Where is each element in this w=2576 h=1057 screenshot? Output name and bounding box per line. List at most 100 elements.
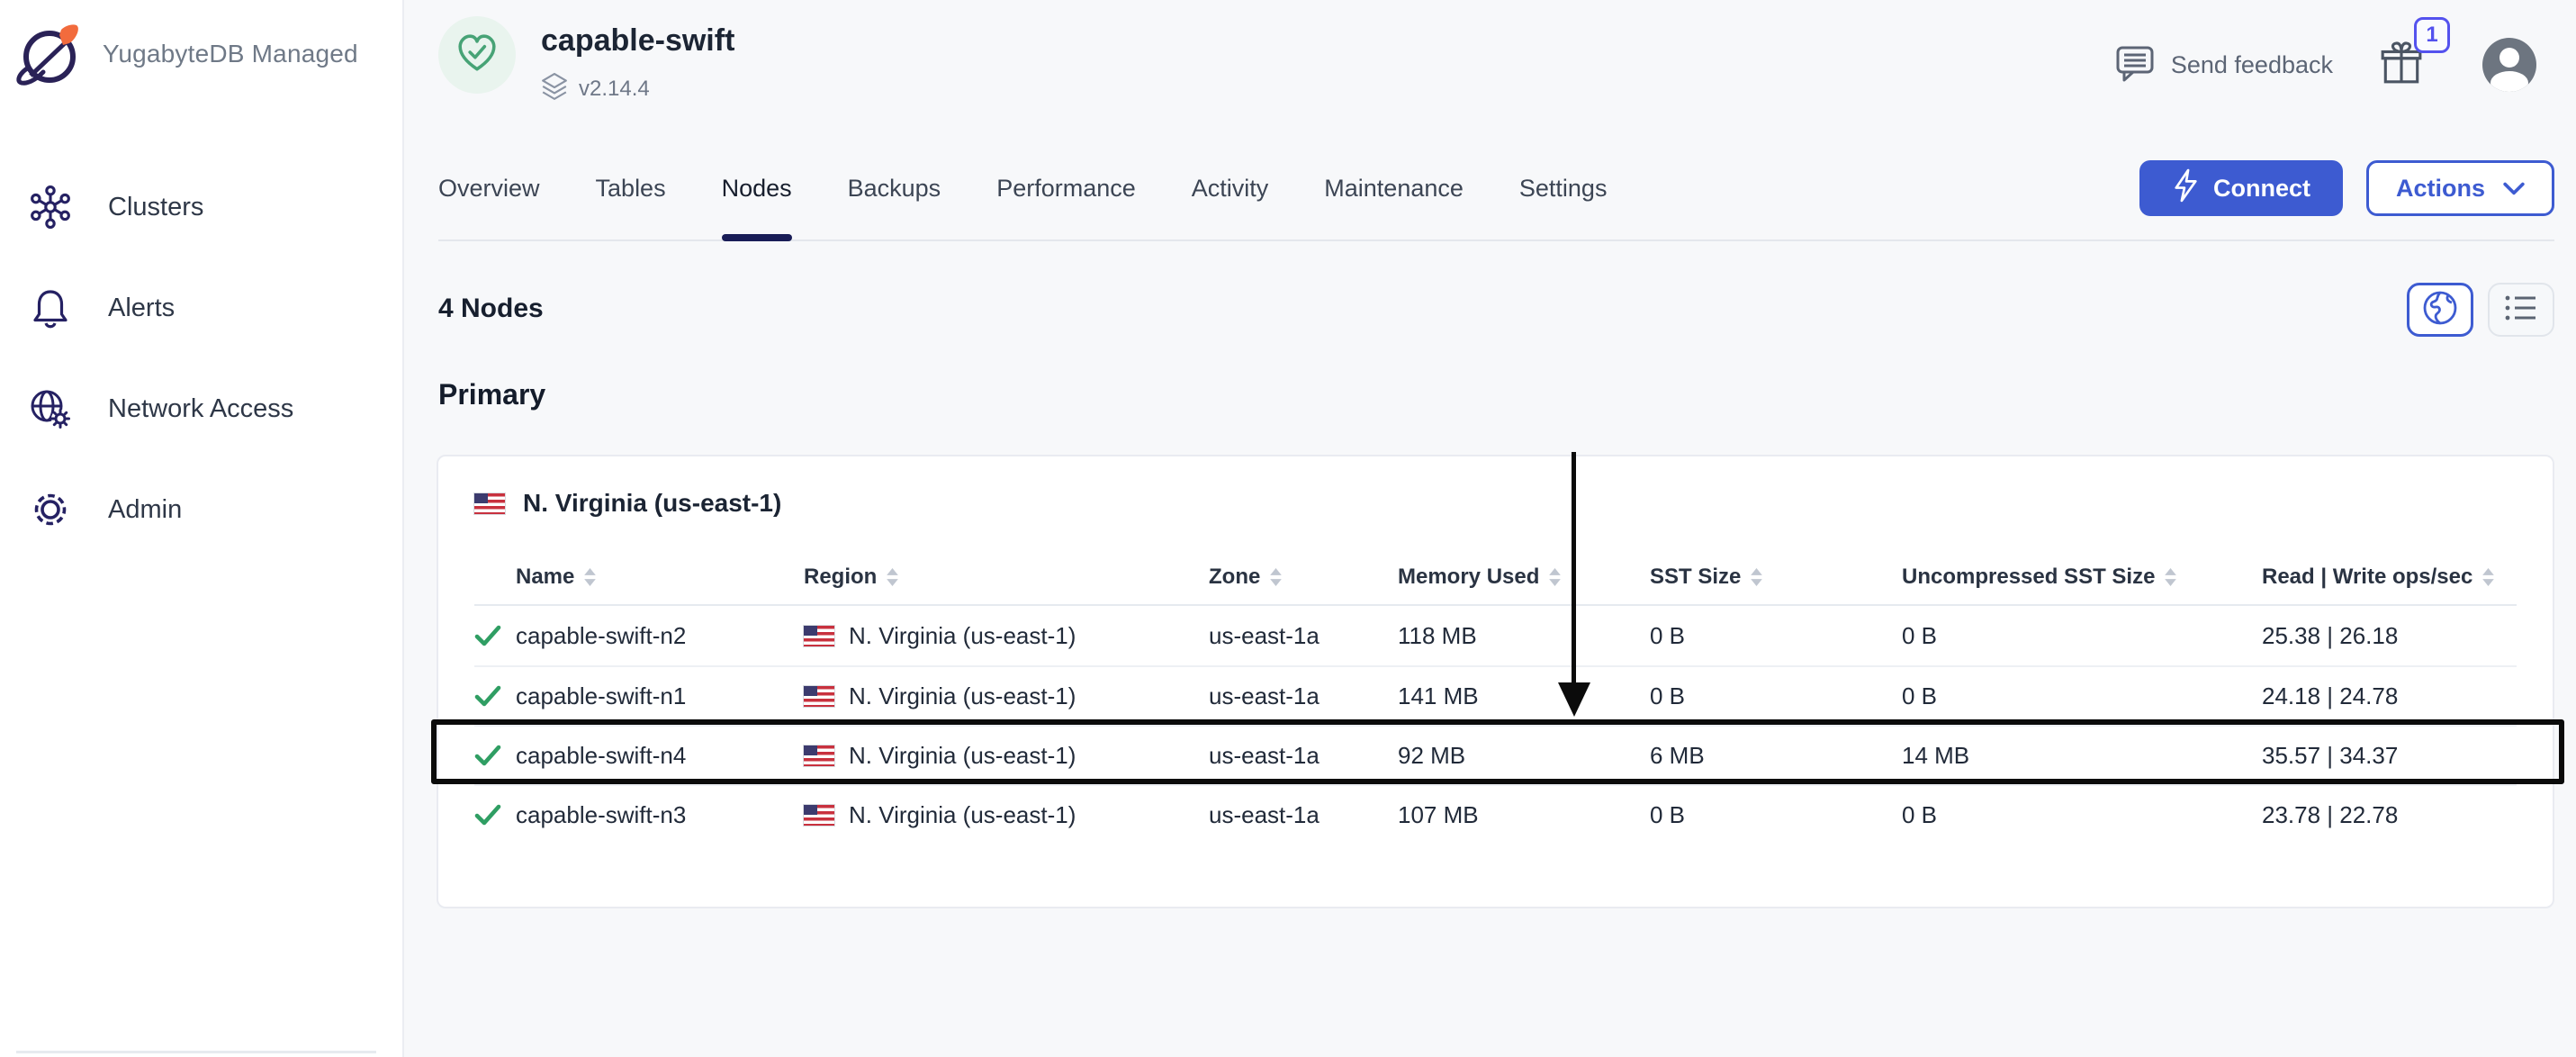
region-nodes-card: N. Virginia (us-east-1) NameRegion Zone Me… [437,455,2554,908]
annotation-arrow-line [1572,452,1576,686]
node-uncompressed-sst-size: 14 MB [1902,742,2262,770]
column-header-region[interactable]: Region [804,565,1209,590]
column-header-memory-used[interactable]: Memory Used [1398,565,1650,590]
send-feedback-label: Send feedback [2171,51,2333,79]
column-header-read-write-ops-sec[interactable]: Read | Write ops/sec [2262,565,2517,590]
node-uncompressed-sst-size: 0 B [1902,682,2262,710]
sidebar-bottom-divider [16,1051,376,1053]
nodes-table-header: NameRegion Zone Memory Used SST Size Uncompr… [474,550,2517,606]
sort-icon [1548,568,1562,586]
globe-icon [2421,289,2459,331]
avatar-head [2499,48,2519,68]
feedback-bubble-icon [2115,43,2155,87]
sidebar-item-alerts[interactable]: Alerts [0,257,402,358]
clusters-icon [27,185,74,229]
node-name: capable-swift-n2 [516,622,804,650]
node-status-check-icon [474,744,516,768]
tab-overview[interactable]: Overview [438,137,540,239]
column-header-uncompressed-sst-size[interactable]: Uncompressed SST Size [1902,565,2262,590]
brand-name: YugabyteDB Managed [103,40,358,68]
promotions-button[interactable]: 1 [2380,41,2423,90]
column-header-sst-size[interactable]: SST Size [1650,565,1902,590]
node-uncompressed-sst-size: 0 B [1902,801,2262,829]
sidebar-item-clusters[interactable]: Clusters [0,157,402,257]
actions-label: Actions [2396,175,2485,203]
tab-settings[interactable]: Settings [1519,137,1608,239]
node-sst-size: 0 B [1650,801,1902,829]
column-header-zone[interactable]: Zone [1209,565,1398,590]
sidebar-item-network-access[interactable]: Network Access [0,358,402,459]
node-status-check-icon [474,624,516,648]
annotation-arrow-head-icon [1558,682,1590,717]
us-flag-icon [804,805,834,826]
node-region: N. Virginia (us-east-1) [804,742,1209,770]
column-label: Zone [1209,565,1260,590]
node-memory-used: 92 MB [1398,742,1650,770]
node-memory-used: 118 MB [1398,622,1650,650]
node-read-write-ops: 23.78 | 22.78 [2262,801,2517,829]
column-label: Read | Write ops/sec [2262,565,2472,590]
nodes-table-body: capable-swift-n2 N. Virginia (us-east-1) u… [474,606,2517,844]
main-content: capable-swift v2.14.4 [406,0,2576,1057]
list-view-toggle[interactable] [2488,283,2554,337]
sidebar-item-label: Alerts [108,294,175,323]
tab-nodes[interactable]: Nodes [722,137,792,239]
node-sst-size: 0 B [1650,622,1902,650]
network-access-icon [27,387,74,430]
cluster-health-badge [438,16,516,94]
table-row-capable-swift-n2[interactable]: capable-swift-n2 N. Virginia (us-east-1) u… [474,606,2517,665]
column-label: Region [804,565,877,590]
node-zone: us-east-1a [1209,622,1398,650]
cluster-name: capable-swift [541,23,734,59]
send-feedback-button[interactable]: Send feedback [2115,43,2333,87]
map-view-toggle[interactable] [2407,283,2473,337]
tab-activity[interactable]: Activity [1192,137,1269,239]
header-actions: Send feedback 1 [2115,38,2536,92]
column-label: Memory Used [1398,565,1539,590]
node-region: N. Virginia (us-east-1) [804,622,1209,650]
app-root: YugabyteDB Managed Clusters Alerts Network… [0,0,2576,1057]
sidebar-item-label: Network Access [108,394,293,424]
node-read-write-ops: 24.18 | 24.78 [2262,682,2517,710]
sidebar-item-admin[interactable]: Admin [0,459,402,560]
connect-label: Connect [2213,175,2310,203]
sidebar: YugabyteDB Managed Clusters Alerts Network… [0,0,404,1057]
node-region-label: N. Virginia (us-east-1) [849,622,1076,650]
tab-tables[interactable]: Tables [596,137,666,239]
tab-maintenance[interactable]: Maintenance [1324,137,1464,239]
gift-badge: 1 [2414,17,2450,53]
primary-group-title: Primary [438,378,545,411]
sort-icon [2481,568,2495,586]
table-row-capable-swift-n3[interactable]: capable-swift-n3N. Virginia (us-east-1)u… [474,784,2517,844]
bell-icon [27,286,74,330]
node-zone: us-east-1a [1209,682,1398,710]
column-label: SST Size [1650,565,1741,590]
node-sst-size: 6 MB [1650,742,1902,770]
table-row-capable-swift-n1[interactable]: capable-swift-n1N. Virginia (us-east-1)u… [474,665,2517,725]
layers-icon [541,73,568,105]
sidebar-item-label: Clusters [108,193,203,222]
nodes-count-title: 4 Nodes [438,294,544,324]
tab-performance[interactable]: Performance [996,137,1136,239]
list-icon [2503,292,2539,329]
column-header-name[interactable]: Name [516,565,804,590]
node-name: capable-swift-n3 [516,801,804,829]
tab-backups[interactable]: Backups [848,137,941,239]
bolt-icon [2172,168,2199,209]
node-region: N. Virginia (us-east-1) [804,801,1209,829]
sort-icon [1750,568,1763,586]
actions-button[interactable]: Actions [2366,160,2554,216]
node-region-label: N. Virginia (us-east-1) [849,742,1076,770]
cluster-version: v2.14.4 [579,77,650,102]
brand[interactable]: YugabyteDB Managed [0,0,402,90]
connect-button[interactable]: Connect [2139,160,2343,216]
node-memory-used: 141 MB [1398,682,1650,710]
region-header: N. Virginia (us-east-1) [474,456,2517,550]
sort-icon [2164,568,2177,586]
node-name: capable-swift-n1 [516,682,804,710]
node-memory-used: 107 MB [1398,801,1650,829]
user-avatar[interactable] [2482,38,2536,92]
table-row-capable-swift-n4[interactable]: capable-swift-n4N. Virginia (us-east-1)u… [474,725,2517,784]
cluster-action-buttons: Connect Actions [2139,160,2554,216]
yugabyte-logo-icon [14,18,85,90]
